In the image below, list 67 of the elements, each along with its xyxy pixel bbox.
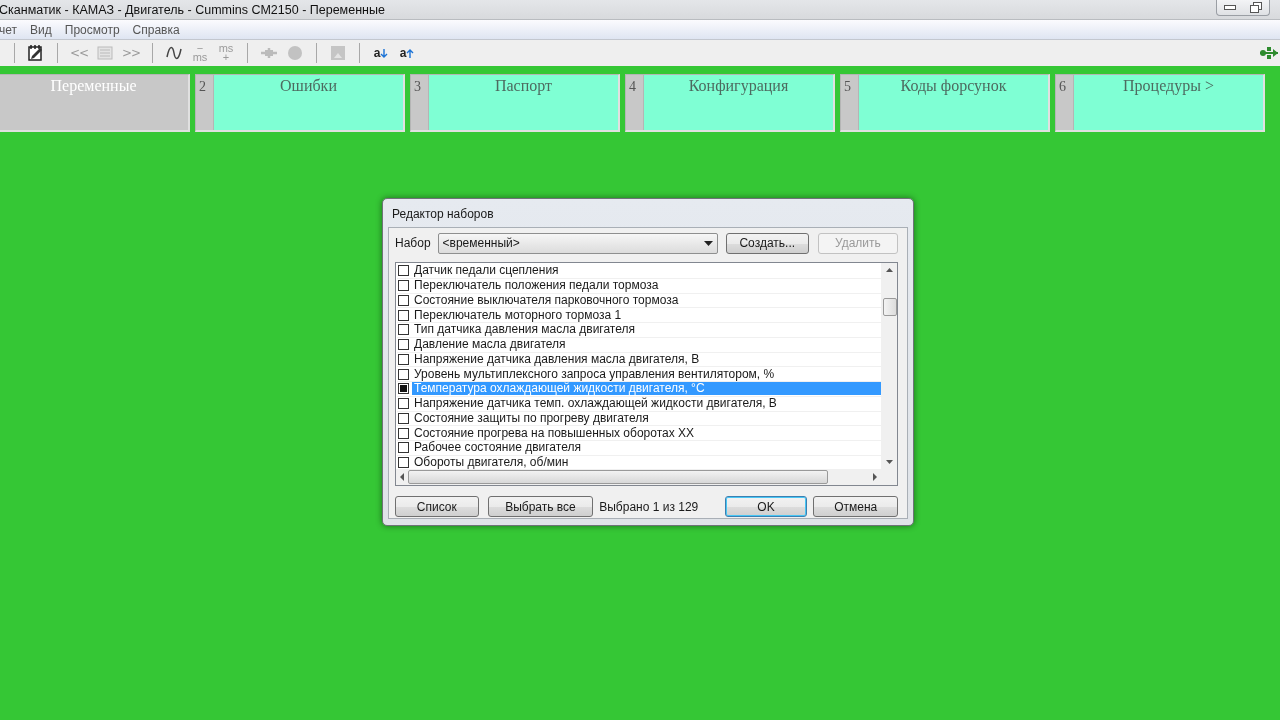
checkbox[interactable] — [398, 412, 409, 424]
selection-count: Выбрано 1 из 129 — [599, 499, 700, 514]
tab-number: 5 — [843, 78, 852, 96]
create-button[interactable]: Создать... — [725, 232, 809, 254]
checkbox[interactable] — [398, 294, 409, 306]
checkbox[interactable] — [398, 398, 409, 410]
checkbox[interactable] — [398, 457, 409, 469]
checkbox[interactable] — [398, 368, 409, 380]
dialog-title: Редактор наборов — [392, 207, 494, 221]
note-edit-icon[interactable] — [27, 44, 45, 62]
list-item[interactable]: Напряжение датчика темп. охлаждающей жидкости двигателя, В — [412, 397, 881, 411]
checkbox[interactable] — [398, 427, 409, 439]
checkbox[interactable] — [398, 353, 409, 365]
set-dropdown[interactable]: <временный> — [437, 232, 718, 254]
menu-item[interactable]: чет — [0, 22, 25, 37]
restore-icon — [1250, 2, 1262, 13]
checkbox[interactable] — [398, 309, 409, 321]
dropdown-arrow-icon — [703, 240, 713, 246]
tab-number: 6 — [1058, 78, 1067, 96]
checkbox[interactable] — [398, 280, 409, 292]
sort-button[interactable]: a — [370, 42, 392, 64]
checkbox[interactable] — [398, 324, 409, 336]
horizontal-scrollbar[interactable] — [396, 469, 881, 485]
scroll-thumb[interactable] — [883, 298, 897, 316]
tab-number: 3 — [413, 78, 422, 96]
list-item[interactable]: Переключатель положения педали тормоза — [412, 279, 881, 293]
tab[interactable]: 4 Конфигурация — [625, 74, 835, 132]
usb-icon[interactable] — [1259, 45, 1279, 61]
list-item[interactable]: Уровень мультиплексного запроса управления вентилятором, % — [412, 367, 881, 381]
tab-number: 2 — [198, 78, 207, 96]
list-item[interactable]: Давление масла двигателя — [412, 338, 881, 352]
arrow-up-icon — [406, 47, 415, 59]
window-title: Сканматик - КАМАЗ - Двигатель - Cummins CM2150 - Переменные — [0, 2, 385, 17]
field-label: Набор — [395, 236, 431, 250]
list-item[interactable]: Напряжение датчика давления масла двигателя, В — [412, 352, 881, 366]
list-item[interactable]: Датчик педали сцепления — [412, 264, 881, 278]
tab[interactable]: 2 Ошибки — [195, 74, 405, 132]
menu-item[interactable]: Просмотр — [64, 22, 127, 37]
tab[interactable]: 5 Коды форсунок — [840, 74, 1050, 132]
sine-wave-icon[interactable] — [165, 45, 183, 61]
menu-item[interactable]: Вид — [30, 22, 59, 37]
list-item[interactable]: Тип датчика давления масла двигателя — [412, 323, 881, 337]
scroll-left-icon[interactable] — [399, 473, 405, 481]
cancel-button[interactable]: Отмена — [813, 496, 898, 517]
sort-button[interactable]: a — [396, 42, 418, 64]
checkbox[interactable] — [398, 339, 409, 351]
checkbox[interactable] — [398, 383, 409, 395]
checkbox[interactable] — [398, 442, 409, 454]
arrow-down-icon — [380, 47, 389, 59]
tab-number: 4 — [628, 78, 637, 96]
select-all-button[interactable]: Выбрать все — [487, 496, 594, 517]
vertical-scrollbar[interactable] — [881, 263, 897, 485]
list-item[interactable]: Обороты двигателя, об/мин — [412, 456, 881, 469]
list-item[interactable]: Состояние защиты по прогреву двигателя — [412, 411, 881, 425]
list-item[interactable]: Состояние выключателя парковочного тормоза — [412, 293, 881, 307]
scroll-right-icon[interactable] — [872, 473, 878, 481]
list-item[interactable]: Переключатель моторного тормоза 1 — [412, 308, 881, 322]
ok-button[interactable]: OK — [724, 496, 808, 517]
list-item[interactable]: Состояние прогрева на повышенных оборотах XX — [412, 426, 881, 440]
list-button[interactable]: Список — [395, 496, 479, 517]
minimize-icon — [1224, 4, 1236, 11]
scroll-thumb[interactable] — [408, 470, 828, 484]
menu-item[interactable]: Справка — [132, 22, 187, 37]
list-item[interactable]: Рабочее состояние двигателя — [412, 441, 881, 455]
tab[interactable]: 6 Процедуры > — [1055, 74, 1265, 132]
tab[interactable]: 3 Паспорт — [410, 74, 620, 132]
checkbox[interactable] — [398, 265, 409, 277]
